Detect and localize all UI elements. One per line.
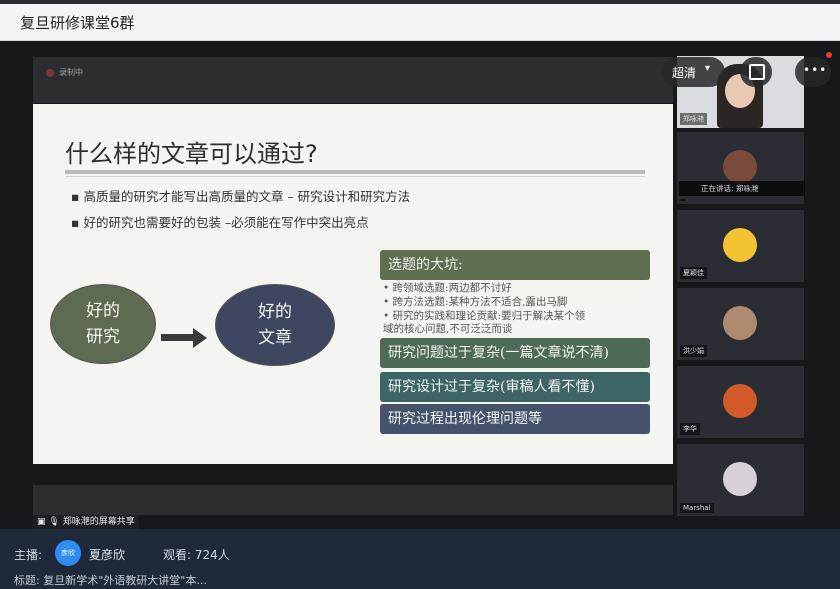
chevron-down-icon: ▾ bbox=[705, 63, 711, 74]
oval-line: 文章 bbox=[258, 328, 292, 348]
screen-icon: ▣ bbox=[37, 517, 46, 527]
screen-share-label: ▣ 🎙 郑咏滟的屏幕共享 bbox=[33, 515, 139, 529]
share-footer bbox=[33, 485, 673, 515]
more-button[interactable]: ••• bbox=[795, 57, 831, 87]
arrow-right-icon bbox=[193, 328, 207, 348]
heading-rule-thin bbox=[65, 176, 645, 177]
participant-name: 夏颖佳 bbox=[680, 267, 707, 279]
pitfall-item: 域的核心问题,不可泛泛而谈 bbox=[383, 323, 513, 335]
participant-name: 李华 bbox=[680, 423, 700, 435]
recording-label: 录制中 bbox=[59, 68, 83, 77]
oval-good-research: 好的 研究 bbox=[50, 284, 156, 364]
participant-name: 郑咏滟 bbox=[680, 113, 707, 125]
participant-tile[interactable]: Marshal bbox=[677, 444, 804, 516]
participant-tile[interactable]: 夏颖佳 bbox=[677, 210, 804, 282]
avatar bbox=[723, 150, 757, 184]
shared-slide: 什么样的文章可以通过? ▪ 高质量的研究才能写出高质量的文章 – 研究设计和研究… bbox=[33, 104, 673, 464]
oval-line: 研究 bbox=[86, 327, 120, 347]
quality-selector[interactable]: 超清 ▾ bbox=[661, 57, 725, 87]
title-bar: 复旦研修课堂6群 bbox=[0, 4, 840, 41]
pitfall-item: • 跨领域选题:两边都不讨好 bbox=[383, 282, 512, 294]
live-topic: 标题: 复旦新学术"外语教研大讲堂"本... bbox=[14, 574, 207, 587]
participant-tile[interactable]: 洪少娟 bbox=[677, 288, 804, 360]
slide-heading: 什么样的文章可以通过? bbox=[65, 140, 318, 168]
host-avatar[interactable]: 彦欣 bbox=[55, 540, 81, 566]
avatar bbox=[723, 306, 757, 340]
pitfall-item: • 跨方法选题:某种方法不适合,露出马脚 bbox=[383, 296, 568, 308]
window-title: 复旦研修课堂6群 bbox=[20, 14, 135, 32]
participant-name: Marshal bbox=[680, 503, 714, 513]
more-icon: ••• bbox=[803, 63, 828, 77]
quality-label: 超清 bbox=[672, 66, 697, 80]
slide-bullet: ▪ 好的研究也需要好的包装 –必须能在写作中突出亮点 bbox=[71, 215, 369, 230]
share-label-text: 郑咏滟的屏幕共享 bbox=[62, 517, 135, 527]
mic-icon: 🎙 bbox=[48, 517, 60, 527]
pitfall-box: 选题的大坑: bbox=[380, 250, 650, 280]
popout-button[interactable] bbox=[740, 57, 772, 87]
arrow-shaft bbox=[161, 334, 195, 341]
slide-bullet: ▪ 高质量的研究才能写出高质量的文章 – 研究设计和研究方法 bbox=[71, 189, 411, 204]
popout-icon bbox=[749, 64, 765, 80]
viewer-count: 观看: 724人 bbox=[163, 548, 230, 562]
ethics-box: 研究过程出现伦理问题等 bbox=[380, 404, 650, 434]
speaking-indicator: 正在讲话: 郑咏滟 bbox=[679, 181, 805, 196]
avatar bbox=[723, 228, 757, 262]
host-label: 主播: bbox=[14, 548, 43, 562]
participant-name: 洪少娟 bbox=[680, 345, 707, 357]
design-box: 研究设计过于复杂(审稿人看不懂) bbox=[380, 372, 650, 402]
participant-name bbox=[680, 199, 686, 201]
oval-line: 好的 bbox=[86, 301, 120, 321]
share-header bbox=[33, 57, 673, 103]
problem-box: 研究问题过于复杂(一篇文章说不清) bbox=[380, 338, 650, 368]
notification-dot bbox=[826, 52, 832, 58]
avatar bbox=[723, 384, 757, 418]
host-name: 夏彦欣 bbox=[89, 548, 126, 562]
pitfall-item: • 研究的实践和理论贡献:要归于解决某个领 bbox=[383, 310, 586, 322]
avatar bbox=[723, 462, 757, 496]
live-info-bar: 主播: 彦欣 夏彦欣 观看: 724人 标题: 复旦新学术"外语教研大讲堂"本.… bbox=[0, 529, 840, 589]
participant-tile[interactable]: 李华 bbox=[677, 366, 804, 438]
oval-line: 好的 bbox=[258, 302, 292, 322]
heading-rule bbox=[65, 170, 645, 174]
oval-good-article: 好的 文章 bbox=[215, 284, 335, 366]
recording-dot-icon bbox=[46, 69, 54, 77]
